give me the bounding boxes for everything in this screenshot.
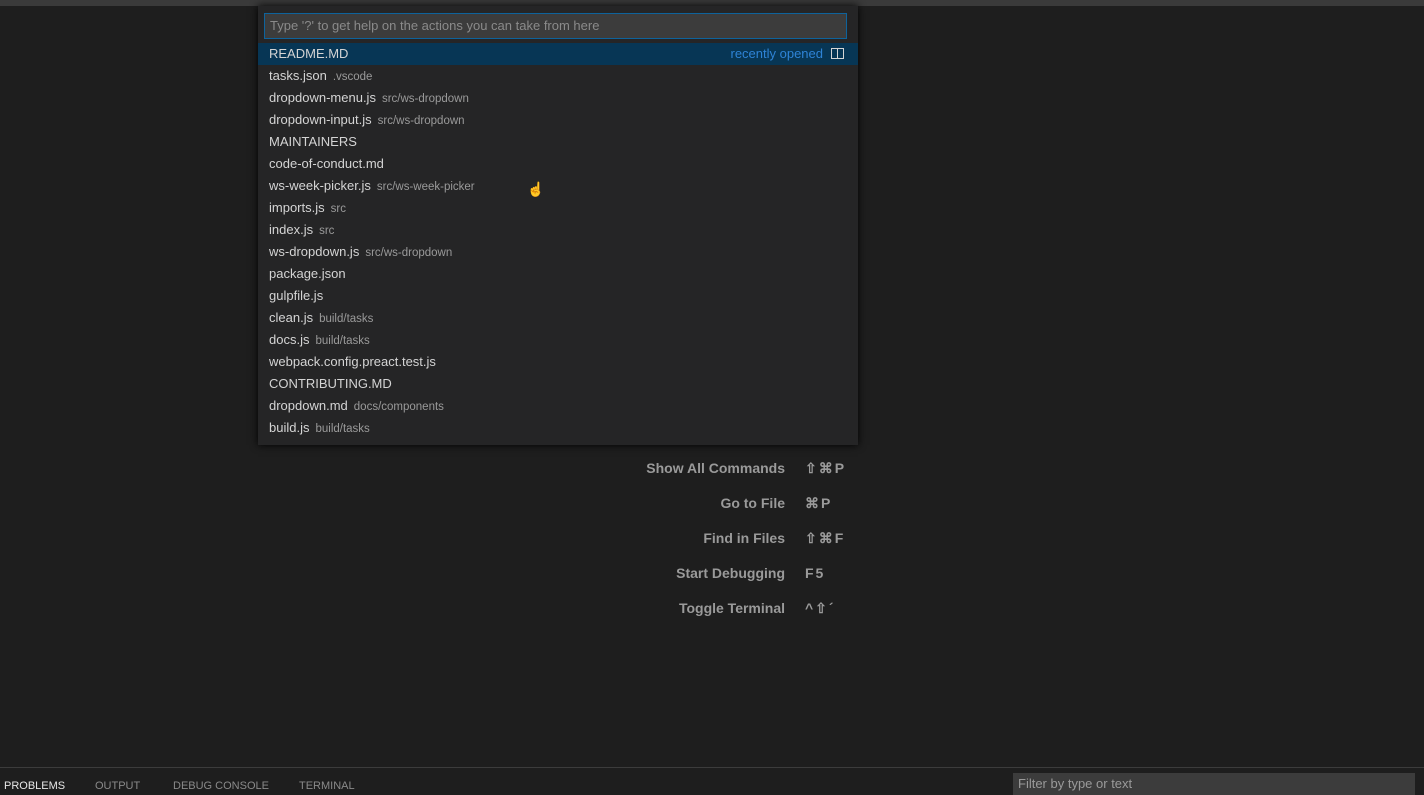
file-name: index.js: [269, 222, 314, 237]
file-path: docs/components: [353, 401, 444, 413]
shortcut-entry: Start Debugging F5: [600, 563, 900, 598]
file-path: src/ws-dropdown: [377, 115, 465, 127]
recently-opened-label: recently opened: [730, 43, 844, 65]
shortcut-entry: Toggle Terminal ^⇧´: [600, 598, 900, 633]
shortcut-key: ⌘P: [805, 495, 833, 511]
quick-open-item[interactable]: dropdown.md docs/components: [258, 395, 858, 417]
file-name: build.js: [269, 420, 310, 435]
welcome-shortcuts: Show All Commands ⇧⌘P Go to File ⌘P Find in …: [600, 458, 900, 633]
quick-open-item[interactable]: README.MD recently opened: [258, 43, 858, 65]
tab-output[interactable]: OUTPUT: [95, 780, 140, 792]
quick-open-item[interactable]: dropdown-menu.js src/ws-dropdown: [258, 87, 858, 109]
quick-open-item[interactable]: package.json: [258, 263, 858, 285]
file-path: .vscode: [332, 71, 373, 83]
quick-open-list: README.MD recently opened tasks.json .vscod…: [258, 43, 858, 439]
file-name: gulpfile.js: [269, 288, 324, 303]
quick-open-input[interactable]: [264, 13, 847, 39]
shortcut-key: ⇧⌘F: [805, 530, 846, 546]
shortcut-label: Show All Commands: [646, 460, 785, 476]
quick-open-item[interactable]: code-of-conduct.md: [258, 153, 858, 175]
recently-opened-text: recently opened: [730, 46, 823, 61]
file-path: src/ws-week-picker: [376, 181, 475, 193]
file-name: code-of-conduct.md: [269, 156, 384, 171]
shortcut-key: ⇧⌘P: [805, 460, 847, 476]
shortcut-entry: Show All Commands ⇧⌘P: [600, 458, 900, 493]
shortcut-entry: Find in Files ⇧⌘F: [600, 528, 900, 563]
file-name: MAINTAINERS: [269, 134, 357, 149]
shortcut-label: Toggle Terminal: [678, 600, 785, 616]
quick-open-widget: README.MD recently opened tasks.json .vscod…: [258, 6, 858, 445]
shortcut-key: ^⇧´: [805, 600, 836, 616]
file-path: src: [330, 203, 346, 215]
file-name: clean.js: [269, 310, 314, 325]
file-path: src/ws-dropdown: [365, 247, 453, 259]
file-name: dropdown-input.js: [269, 112, 372, 127]
file-name: dropdown-menu.js: [269, 90, 376, 105]
file-name: README.MD: [269, 46, 349, 61]
open-to-side-icon[interactable]: [831, 48, 844, 59]
shortcut-entry: Go to File ⌘P: [600, 493, 900, 528]
quick-open-item[interactable]: clean.js build/tasks: [258, 307, 858, 329]
file-name: package.json: [269, 266, 346, 281]
quick-open-item[interactable]: MAINTAINERS: [258, 131, 858, 153]
shortcut-label: Start Debugging: [676, 565, 785, 581]
file-name: tasks.json: [269, 68, 327, 83]
quick-open-item[interactable]: ws-dropdown.js src/ws-dropdown: [258, 241, 858, 263]
file-name: ws-week-picker.js: [269, 178, 371, 193]
file-name: CONTRIBUTING.MD: [269, 376, 392, 391]
quick-open-item[interactable]: webpack.config.preact.test.js: [258, 351, 858, 373]
quick-open-item[interactable]: ws-week-picker.js src/ws-week-picker: [258, 175, 858, 197]
hand-cursor-icon: ☝: [527, 181, 545, 197]
tab-debug-console[interactable]: DEBUG CONSOLE: [173, 780, 269, 792]
file-name: imports.js: [269, 200, 325, 215]
quick-open-item[interactable]: index.js src: [258, 219, 858, 241]
tab-terminal[interactable]: TERMINAL: [299, 780, 355, 792]
file-name: dropdown.md: [269, 398, 348, 413]
file-path: build/tasks: [315, 335, 370, 347]
shortcut-label: Go to File: [720, 495, 785, 511]
file-path: build/tasks: [319, 313, 374, 325]
file-path: src/ws-dropdown: [381, 93, 469, 105]
quick-open-item[interactable]: docs.js build/tasks: [258, 329, 858, 351]
quick-open-item[interactable]: tasks.json .vscode: [258, 65, 858, 87]
shortcut-key: F5: [805, 565, 826, 581]
shortcut-label: Find in Files: [703, 530, 785, 546]
quick-open-item[interactable]: gulpfile.js: [258, 285, 858, 307]
quick-open-item[interactable]: CONTRIBUTING.MD: [258, 373, 858, 395]
file-path: src: [319, 225, 335, 237]
quick-open-item[interactable]: imports.js src: [258, 197, 858, 219]
quick-open-item[interactable]: dropdown-input.js src/ws-dropdown: [258, 109, 858, 131]
file-name: ws-dropdown.js: [269, 244, 360, 259]
tab-problems[interactable]: PROBLEMS: [4, 780, 65, 792]
file-path: build/tasks: [315, 423, 370, 435]
bottom-panel: PROBLEMS OUTPUT DEBUG CONSOLE TERMINAL: [0, 767, 1424, 795]
file-name: docs.js: [269, 332, 310, 347]
quick-open-item[interactable]: build.js build/tasks: [258, 417, 858, 439]
file-name: webpack.config.preact.test.js: [269, 354, 436, 369]
